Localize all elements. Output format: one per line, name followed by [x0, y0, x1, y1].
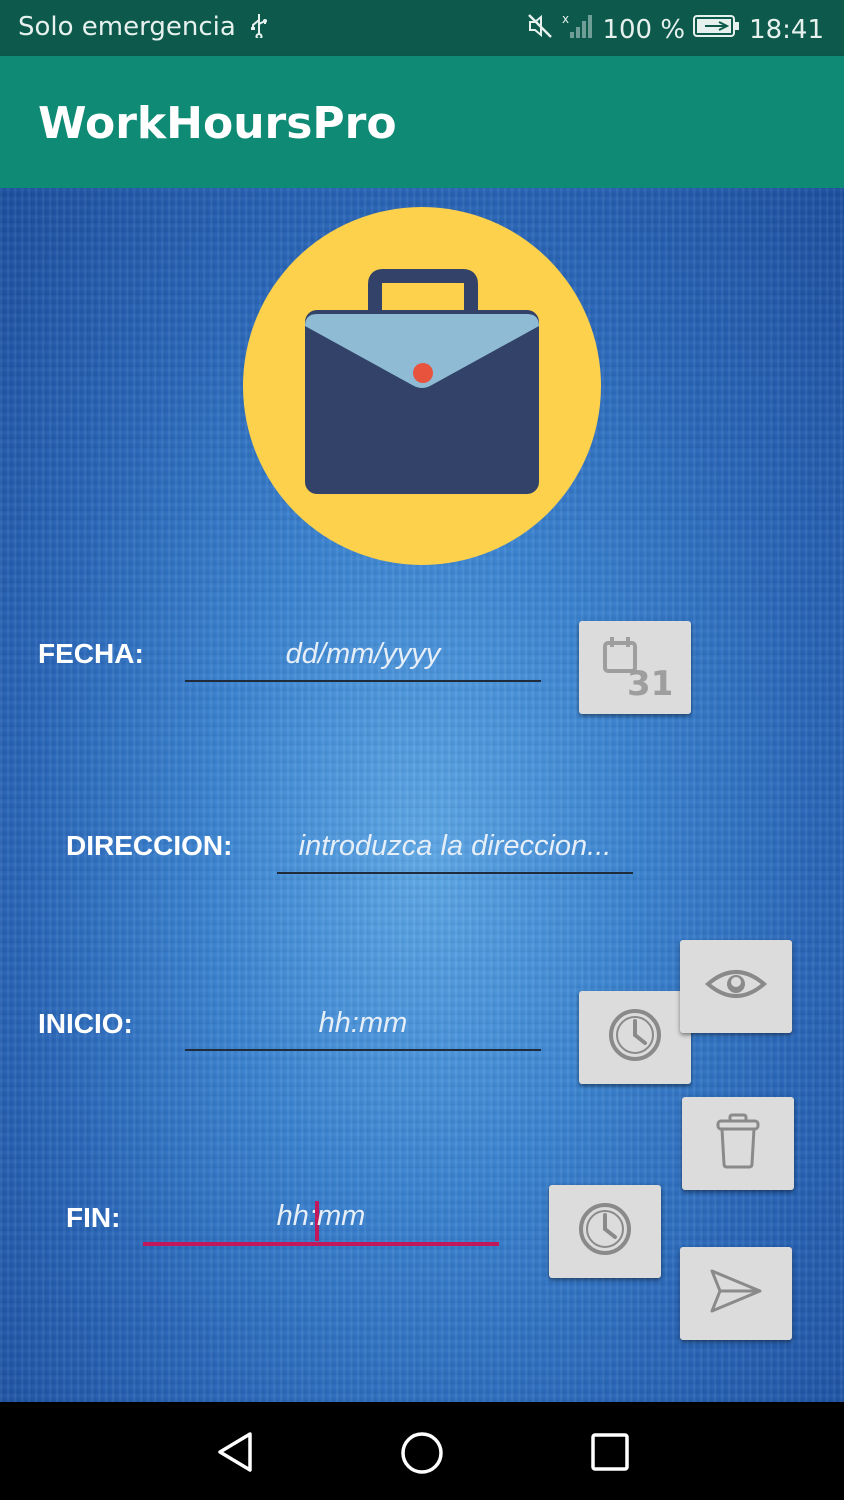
- clock-icon: [577, 1201, 633, 1262]
- eye-icon: [704, 964, 768, 1009]
- inicio-label: INICIO:: [38, 1008, 133, 1039]
- fin-label: FIN:: [66, 1202, 121, 1233]
- time-text: 18:41: [749, 14, 824, 45]
- send-button[interactable]: [680, 1247, 792, 1340]
- fecha-label: FECHA:: [38, 638, 144, 669]
- carrier-text: Solo emergencia: [18, 12, 236, 42]
- app-bar: WorkHoursPro: [0, 56, 844, 188]
- inicio-clock-button[interactable]: [579, 991, 691, 1084]
- recents-icon: [591, 1433, 629, 1471]
- main-content: FECHA: dd/mm/yyyy 31 DIRECCION: introduz…: [0, 188, 844, 1402]
- status-bar: Solo emergencia x 100 % 18:41: [0, 0, 844, 56]
- fecha-input[interactable]: dd/mm/yyyy: [185, 630, 541, 682]
- trash-icon: [714, 1112, 762, 1175]
- direccion-input[interactable]: introduzca la direccion...: [277, 822, 633, 874]
- status-left: Solo emergencia: [18, 12, 270, 42]
- send-icon: [708, 1267, 764, 1320]
- recents-nav-button[interactable]: [588, 1430, 632, 1479]
- direccion-label: DIRECCION:: [66, 830, 233, 861]
- battery-charging-icon: [693, 14, 741, 45]
- inicio-placeholder: hh:mm: [318, 1007, 408, 1039]
- fin-input[interactable]: hh:mm: [143, 1192, 499, 1246]
- no-signal-icon: x: [562, 12, 594, 47]
- fin-placeholder-before: hh:: [276, 1200, 317, 1232]
- calendar-icon: 31: [599, 633, 674, 704]
- navigation-bar: [0, 1402, 844, 1500]
- fecha-placeholder: dd/mm/yyyy: [285, 638, 441, 670]
- view-button[interactable]: [680, 940, 792, 1033]
- inicio-input[interactable]: hh:mm: [185, 999, 541, 1051]
- briefcase-logo: [242, 206, 602, 571]
- status-right: x 100 % 18:41: [526, 12, 824, 47]
- home-icon: [401, 1432, 443, 1474]
- back-nav-button[interactable]: [212, 1430, 258, 1479]
- clock-icon: [607, 1007, 663, 1068]
- fin-placeholder-after: mm: [317, 1200, 366, 1232]
- app-title: WorkHoursPro: [38, 98, 397, 149]
- delete-button[interactable]: [682, 1097, 794, 1190]
- battery-text: 100 %: [602, 14, 686, 45]
- mute-icon: [526, 12, 554, 47]
- calendar-number: 31: [627, 664, 671, 697]
- svg-text:x: x: [562, 12, 569, 26]
- fin-clock-button[interactable]: [549, 1185, 661, 1278]
- direccion-placeholder: introduzca la direccion...: [298, 830, 612, 862]
- home-nav-button[interactable]: [399, 1430, 445, 1481]
- calendar-button[interactable]: 31: [579, 621, 691, 714]
- back-icon: [218, 1432, 252, 1472]
- usb-icon: [248, 12, 270, 42]
